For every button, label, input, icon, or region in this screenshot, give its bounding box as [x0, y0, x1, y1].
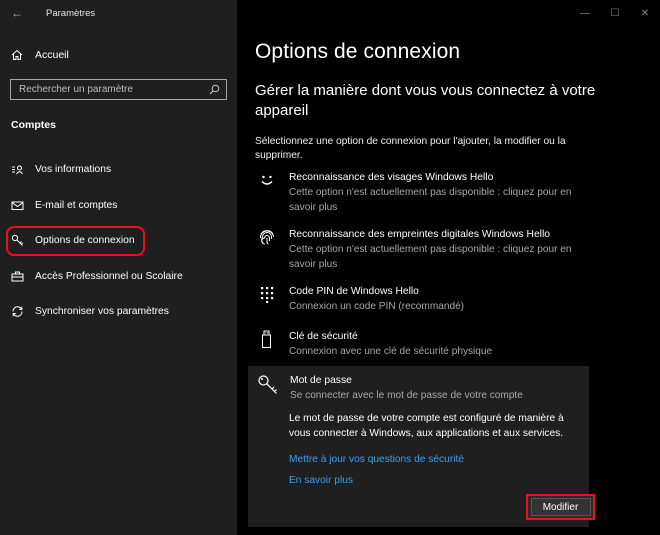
- home-label: Accueil: [35, 49, 69, 61]
- minimize-button[interactable]: —: [570, 0, 600, 26]
- sidebar: ← Paramètres Accueil Comptes Vos informa…: [0, 0, 237, 535]
- section-title: Comptes: [11, 119, 56, 131]
- option-title: Code PIN de Windows Hello: [289, 286, 419, 297]
- home-link[interactable]: Accueil: [11, 45, 226, 65]
- option-desc: Connexion avec une clé de sécurité physi…: [289, 346, 493, 357]
- password-info-text: Le mot de passe de votre compte est conf…: [289, 413, 564, 439]
- option-pin[interactable]: Code PIN de Windows Hello Connexion un c…: [255, 285, 600, 315]
- sidebar-item-vos-informations[interactable]: Vos informations: [0, 152, 237, 188]
- sidebar-item-acces-professionnel[interactable]: Accès Professionnel ou Scolaire: [0, 259, 237, 295]
- option-password[interactable]: Mot de passe Se connecter avec le mot de…: [256, 374, 586, 404]
- person-card-icon: [12, 165, 23, 175]
- learn-more-link[interactable]: En savoir plus: [289, 475, 353, 486]
- maximize-button[interactable]: ☐: [600, 0, 630, 26]
- update-security-questions-link[interactable]: Mettre à jour vos questions de sécurité: [289, 454, 464, 465]
- option-title: Reconnaissance des visages Windows Hello: [289, 172, 494, 183]
- modify-button[interactable]: Modifier: [530, 498, 591, 516]
- sidebar-nav: Vos informations E-mail et comptes Optio…: [0, 152, 237, 330]
- page-title: Options de connexion: [255, 40, 461, 63]
- password-key-icon: [258, 375, 277, 394]
- sidebar-item-label: Vos informations: [35, 164, 112, 176]
- home-icon: [11, 49, 23, 60]
- keypad-icon: [261, 287, 274, 303]
- sidebar-item-label: Synchroniser vos paramètres: [35, 306, 169, 318]
- usb-key-icon: [262, 330, 271, 348]
- back-arrow-icon[interactable]: ←: [0, 6, 34, 20]
- briefcase-icon: [11, 271, 24, 282]
- option-title: Clé de sécurité: [289, 331, 358, 342]
- sidebar-item-options-connexion[interactable]: Options de connexion: [0, 223, 237, 259]
- close-button[interactable]: ✕: [630, 0, 660, 26]
- option-desc: Cette option n'est actuellement pas disp…: [289, 244, 572, 270]
- page-subtitle: Gérer la manière dont vous vous connecte…: [255, 82, 596, 119]
- face-icon: [261, 175, 273, 185]
- search-icon[interactable]: [209, 84, 220, 95]
- main-content: — ☐ ✕ Options de connexion Gérer la mani…: [237, 0, 660, 535]
- sidebar-item-synchroniser[interactable]: Synchroniser vos paramètres: [0, 294, 237, 330]
- sidebar-item-label: Accès Professionnel ou Scolaire: [35, 270, 183, 282]
- selection-highlight: [6, 226, 145, 256]
- window-title: Paramètres: [46, 7, 96, 19]
- option-password-panel: Mot de passe Se connecter avec le mot de…: [248, 366, 595, 527]
- search-input[interactable]: [19, 84, 209, 95]
- title-bar: ← Paramètres: [0, 0, 237, 26]
- option-security-key[interactable]: Clé de sécurité Connexion avec une clé d…: [255, 330, 600, 360]
- option-desc: Se connecter avec le mot de passe de vot…: [290, 390, 523, 401]
- option-face-recognition[interactable]: Reconnaissance des visages Windows Hello…: [255, 171, 600, 215]
- window-controls: — ☐ ✕: [570, 0, 660, 26]
- option-fingerprint[interactable]: Reconnaissance des empreintes digitales …: [255, 228, 600, 272]
- modify-button-highlight: Modifier: [526, 494, 595, 520]
- option-title: Reconnaissance des empreintes digitales …: [289, 229, 550, 240]
- sidebar-item-email[interactable]: E-mail et comptes: [0, 188, 237, 224]
- option-desc: Connexion un code PIN (recommandé): [289, 301, 465, 312]
- fingerprint-icon: [259, 230, 274, 245]
- sync-icon: [12, 306, 23, 317]
- option-title: Mot de passe: [290, 375, 352, 386]
- sidebar-item-label: E-mail et comptes: [35, 199, 118, 211]
- mail-icon: [11, 201, 24, 210]
- intro-text: Sélectionnez une option de connexion pou…: [255, 136, 566, 161]
- option-desc: Cette option n'est actuellement pas disp…: [289, 187, 572, 213]
- search-box[interactable]: [10, 79, 227, 100]
